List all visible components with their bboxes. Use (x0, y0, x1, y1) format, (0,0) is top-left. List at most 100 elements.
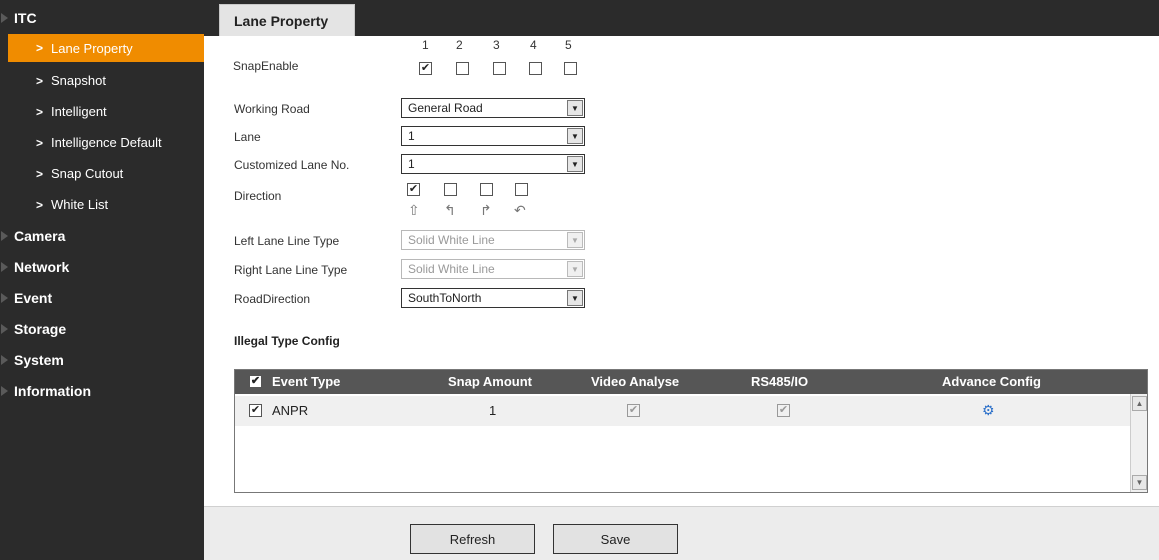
dropdown-arrow-icon[interactable]: ▼ (567, 156, 583, 172)
lane-select[interactable]: 1 ▼ (401, 126, 585, 146)
select-value: General Road (408, 101, 483, 115)
select-value: Solid White Line (408, 233, 495, 247)
scroll-down-icon[interactable]: ▼ (1132, 475, 1147, 490)
video-analyse-checkbox: ✔ (627, 404, 640, 417)
snap-enable-checkbox-3[interactable] (493, 62, 506, 75)
table-header: ✔ Event Type Snap Amount Video Analyse R… (235, 370, 1147, 394)
working-road-select[interactable]: General Road ▼ (401, 98, 585, 118)
chevron-right-icon: > (36, 73, 44, 88)
gear-icon[interactable]: ⚙ (982, 402, 995, 419)
dropdown-arrow-icon[interactable]: ▼ (567, 290, 583, 306)
sidebar-item-lane-property[interactable]: > Lane Property (8, 34, 204, 62)
straight-arrow-icon: ⇧ (408, 202, 420, 218)
table-scrollbar[interactable]: ▲ ▼ (1130, 394, 1147, 492)
expand-triangle-icon (1, 292, 8, 303)
working-road-label: Working Road (234, 102, 310, 116)
snap-enable-checkbox-2[interactable] (456, 62, 469, 75)
right-turn-arrow-icon: ↱ (480, 202, 492, 218)
sidebar-item-label: Lane Property (51, 40, 133, 56)
snap-number-3: 3 (493, 38, 500, 52)
direction-left-checkbox[interactable] (444, 183, 457, 196)
snap-enable-checkbox-5[interactable] (564, 62, 577, 75)
sidebar-item-snap-cutout[interactable]: > Snap Cutout (8, 158, 204, 189)
snap-number-5: 5 (565, 38, 572, 52)
snap-enable-checkbox-4[interactable] (529, 62, 542, 75)
header-advance-config: Advance Config (942, 374, 1041, 389)
sidebar-section-label: Event (14, 289, 53, 306)
left-turn-arrow-icon: ↰ (444, 202, 456, 218)
scroll-up-icon[interactable]: ▲ (1132, 396, 1147, 411)
sidebar-item-label: Snapshot (51, 73, 106, 88)
sidebar-item-label: Snap Cutout (51, 166, 124, 181)
u-turn-arrow-icon: ↶ (514, 202, 526, 218)
sidebar-item-label: White List (51, 197, 109, 212)
event-type-cell: ANPR (272, 403, 309, 418)
chevron-right-icon: > (36, 197, 44, 212)
sidebar-item-snapshot[interactable]: > Snapshot (8, 65, 204, 96)
dropdown-arrow-icon: ▼ (567, 261, 583, 277)
chevron-right-icon: > (36, 166, 44, 181)
sidebar-item-label: Intelligence Default (51, 135, 162, 150)
right-lane-line-type-label: Right Lane Line Type (234, 263, 348, 277)
sidebar-section-storage[interactable]: Storage (0, 313, 204, 344)
expand-triangle-icon (1, 323, 8, 334)
expand-triangle-icon (1, 354, 8, 365)
row-checkbox[interactable]: ✔ (249, 404, 262, 417)
select-all-checkbox[interactable]: ✔ (249, 375, 262, 388)
customized-lane-select[interactable]: 1 ▼ (401, 154, 585, 174)
select-value: 1 (408, 129, 415, 143)
rs485-checkbox: ✔ (777, 404, 790, 417)
sidebar-section-label: ITC (14, 10, 37, 26)
direction-right-checkbox[interactable] (480, 183, 493, 196)
tab-lane-property[interactable]: Lane Property (219, 4, 355, 36)
select-value: SouthToNorth (408, 291, 482, 305)
refresh-button[interactable]: Refresh (410, 524, 535, 554)
illegal-type-table: ✔ Event Type Snap Amount Video Analyse R… (234, 369, 1148, 493)
header-snap-amount: Snap Amount (448, 374, 533, 389)
chevron-right-icon: > (36, 104, 44, 119)
snap-amount-cell: 1 (489, 403, 497, 418)
lane-label: Lane (234, 130, 261, 144)
top-bar: Lane Property (204, 0, 1159, 36)
snap-number-2: 2 (456, 38, 463, 52)
itc-submenu: > Lane Property > Snapshot > Intelligent… (0, 34, 204, 220)
table-row[interactable]: ✔ ANPR 1 ✔ ✔ ⚙ (235, 396, 1131, 426)
dropdown-arrow-icon[interactable]: ▼ (567, 100, 583, 116)
sidebar-section-label: Information (14, 382, 91, 399)
snap-number-4: 4 (530, 38, 537, 52)
direction-straight-checkbox[interactable]: ✔ (407, 183, 420, 196)
sidebar-section-label: Storage (14, 320, 67, 337)
dropdown-arrow-icon[interactable]: ▼ (567, 128, 583, 144)
left-lane-line-type-select: Solid White Line ▼ (401, 230, 585, 250)
snap-enable-checkbox-1[interactable]: ✔ (419, 62, 432, 75)
sidebar-item-intelligence-default[interactable]: > Intelligence Default (8, 127, 204, 158)
sidebar-section-label: Network (14, 258, 70, 275)
sidebar-section-event[interactable]: Event (0, 282, 204, 313)
dropdown-arrow-icon: ▼ (567, 232, 583, 248)
expand-triangle-icon (1, 385, 8, 396)
direction-uturn-checkbox[interactable] (515, 183, 528, 196)
sidebar-section-camera[interactable]: Camera (0, 220, 204, 251)
customized-lane-label: Customized Lane No. (234, 158, 350, 172)
road-direction-select[interactable]: SouthToNorth ▼ (401, 288, 585, 308)
sidebar-section-label: System (14, 351, 64, 368)
select-value: 1 (408, 157, 415, 171)
save-button[interactable]: Save (553, 524, 678, 554)
snap-enable-label: SnapEnable (233, 59, 299, 73)
header-event-type: Event Type (272, 374, 341, 389)
sidebar-section-system[interactable]: System (0, 344, 204, 375)
left-lane-line-type-label: Left Lane Line Type (234, 234, 340, 248)
chevron-right-icon: > (36, 135, 44, 150)
direction-label: Direction (234, 189, 282, 203)
main-content: SnapEnable 1 2 3 4 5 ✔ Working Road Gene… (204, 36, 1159, 506)
sidebar-section-information[interactable]: Information (0, 375, 204, 406)
sidebar-section-network[interactable]: Network (0, 251, 204, 282)
sidebar-section-label: Camera (14, 227, 66, 244)
sidebar-item-white-list[interactable]: > White List (8, 189, 204, 220)
chevron-right-icon: > (36, 41, 44, 55)
sidebar-section-itc[interactable]: ITC (0, 0, 204, 36)
illegal-type-config-title: Illegal Type Config (234, 334, 340, 348)
sidebar: ITC > Lane Property > Snapshot > Intelli… (0, 0, 204, 560)
header-video-analyse: Video Analyse (591, 374, 680, 389)
sidebar-item-intelligent[interactable]: > Intelligent (8, 96, 204, 127)
